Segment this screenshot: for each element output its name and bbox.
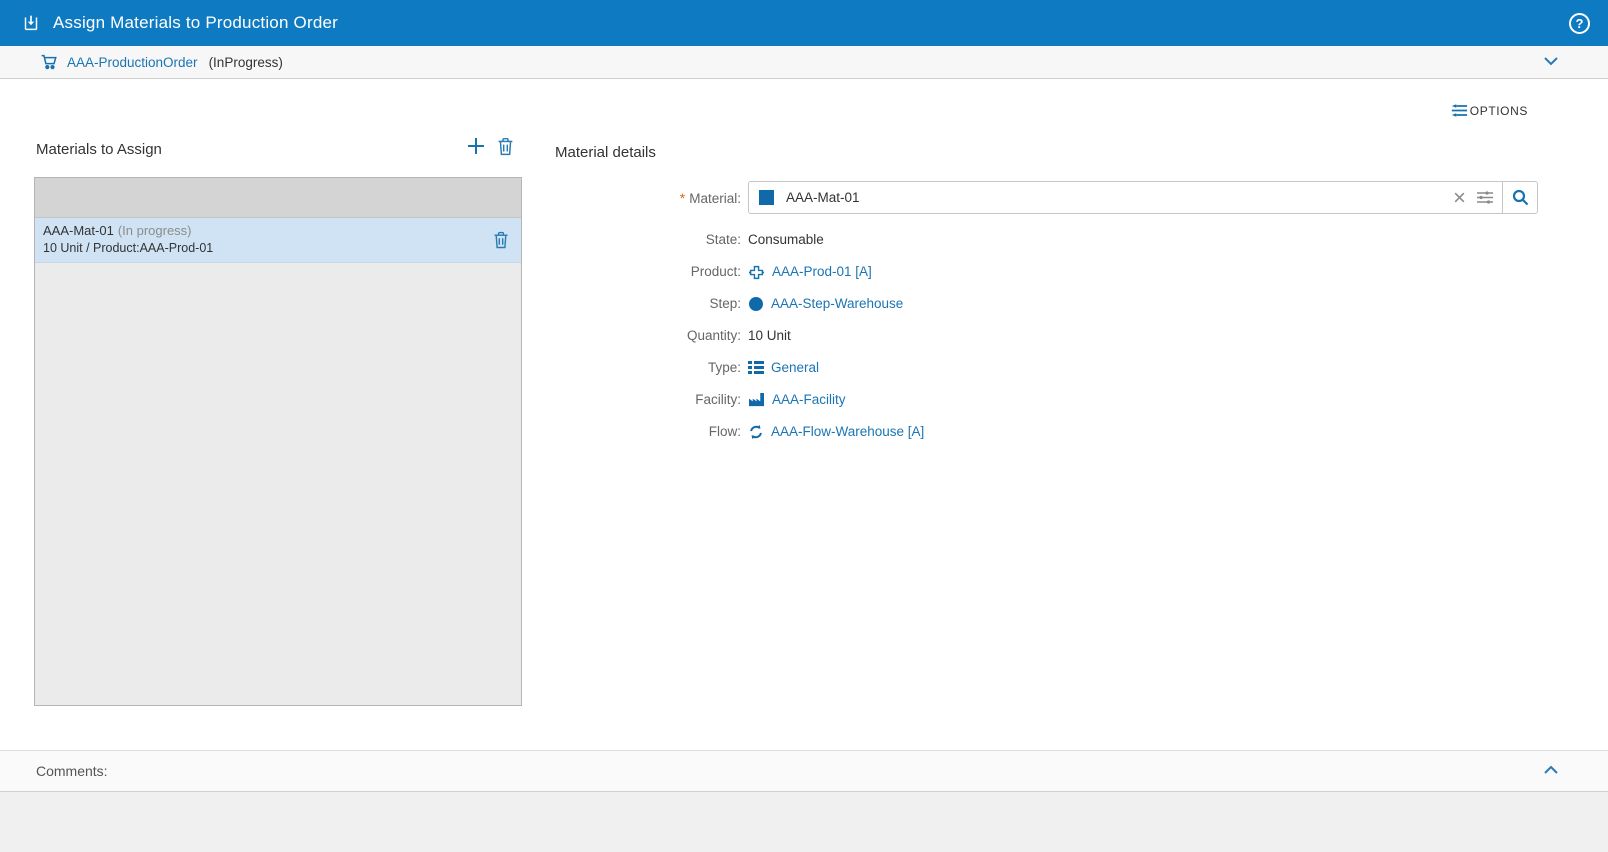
page-title: Assign Materials to Production Order bbox=[53, 13, 338, 32]
trash-icon[interactable] bbox=[497, 137, 514, 161]
search-icon[interactable] bbox=[1502, 182, 1537, 213]
field-row-facility: Facility: AAA-Facility bbox=[545, 384, 1245, 416]
trash-icon[interactable] bbox=[493, 231, 509, 254]
field-row-quantity: Quantity: 10 Unit bbox=[545, 320, 1245, 352]
chevron-up-icon[interactable] bbox=[1542, 763, 1560, 782]
list-header-row bbox=[35, 178, 521, 218]
field-row-step: Step: AAA-Step-Warehouse bbox=[545, 288, 1245, 320]
title-bar: Assign Materials to Production Order ? bbox=[0, 0, 1608, 46]
plus-icon[interactable] bbox=[464, 134, 488, 163]
materials-list: AAA-Mat-01 (In progress) 10 Unit / Produc… bbox=[34, 177, 522, 706]
material-item-name: AAA-Mat-01 bbox=[43, 223, 114, 238]
field-label: Quantity: bbox=[686, 328, 741, 343]
field-label: Flow: bbox=[708, 424, 741, 439]
required-marker: * bbox=[679, 190, 686, 206]
material-field-label: * Material: bbox=[679, 190, 741, 206]
material-item-status: (In progress) bbox=[117, 223, 192, 238]
field-row-state: State: Consumable bbox=[545, 224, 1245, 256]
shopping-cart-icon bbox=[40, 53, 59, 71]
field-row-product: Product: AAA-Prod-01 [A] bbox=[545, 256, 1245, 288]
field-value-link[interactable]: AAA-Facility bbox=[748, 384, 846, 416]
field-value: 10 Unit bbox=[748, 328, 791, 343]
field-label: Type: bbox=[707, 360, 741, 375]
sliders-icon bbox=[1450, 103, 1468, 118]
footer-bar: Cancel Assign bbox=[0, 792, 1608, 852]
field-value-link[interactable]: General bbox=[748, 352, 819, 384]
breadcrumb-order-link[interactable]: AAA-ProductionOrder bbox=[67, 55, 198, 70]
product-icon bbox=[748, 264, 765, 281]
chevron-down-icon[interactable] bbox=[1542, 54, 1560, 73]
breadcrumb-bar: AAA-ProductionOrder (InProgress) bbox=[0, 46, 1608, 79]
field-label: Product: bbox=[690, 264, 741, 279]
options-button[interactable]: OPTIONS bbox=[1450, 103, 1528, 118]
field-row-flow: Flow: AAA-Flow-Warehouse [A] bbox=[545, 416, 1245, 448]
filter-sliders-icon[interactable] bbox=[1472, 186, 1502, 209]
assign-materials-dialog: Assign Materials to Production Order ? A… bbox=[0, 0, 1608, 852]
material-list-item[interactable]: AAA-Mat-01 (In progress) 10 Unit / Produc… bbox=[35, 218, 521, 263]
materials-to-assign-heading: Materials to Assign bbox=[36, 141, 162, 158]
field-label: State: bbox=[705, 232, 741, 247]
material-input-value: AAA-Mat-01 bbox=[786, 190, 860, 205]
field-value: Consumable bbox=[748, 232, 824, 247]
material-details-heading: Material details bbox=[555, 144, 656, 161]
field-label: Step: bbox=[709, 296, 741, 311]
type-icon bbox=[748, 360, 764, 375]
material-input[interactable]: AAA-Mat-01 bbox=[748, 181, 1538, 214]
step-icon bbox=[748, 296, 764, 312]
comments-section[interactable]: Comments: bbox=[0, 750, 1608, 792]
options-label: OPTIONS bbox=[1469, 103, 1528, 118]
flow-icon bbox=[748, 424, 764, 440]
field-value-link[interactable]: AAA-Step-Warehouse bbox=[748, 288, 903, 320]
tray-download-icon bbox=[20, 12, 42, 34]
field-value-link[interactable]: AAA-Prod-01 [A] bbox=[748, 256, 872, 288]
material-item-details: 10 Unit / Product:AAA-Prod-01 bbox=[43, 241, 214, 255]
clear-x-icon[interactable] bbox=[1447, 187, 1472, 208]
help-circle-icon[interactable]: ? bbox=[1569, 13, 1590, 34]
field-label: Facility: bbox=[695, 392, 741, 407]
material-chip-icon bbox=[759, 190, 774, 205]
breadcrumb-status: (InProgress) bbox=[208, 54, 283, 70]
facility-icon bbox=[748, 392, 765, 407]
field-value-link[interactable]: AAA-Flow-Warehouse [A] bbox=[748, 416, 924, 448]
comments-label: Comments: bbox=[36, 763, 108, 779]
field-row-type: Type: General bbox=[545, 352, 1245, 384]
